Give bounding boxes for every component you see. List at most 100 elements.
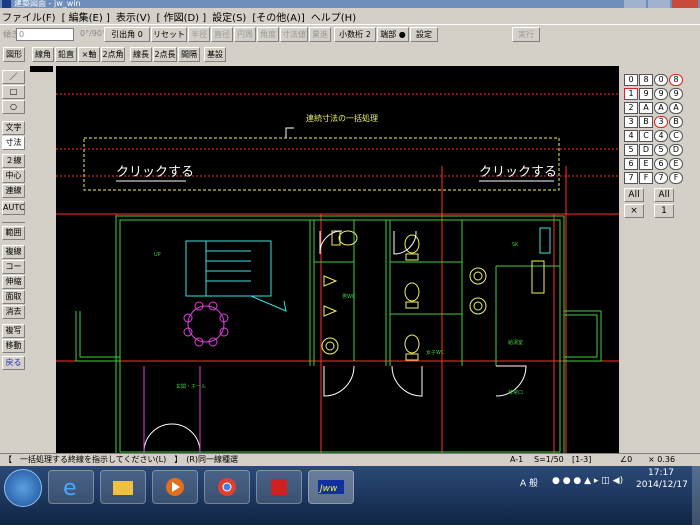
tool-connect[interactable]: 連線 — [2, 184, 25, 198]
layer-a[interactable]: A — [639, 102, 653, 114]
menu-view[interactable]: 表示(V) — [116, 9, 151, 24]
layer-5[interactable]: 5 — [624, 144, 638, 156]
show-desktop-button[interactable] — [692, 466, 700, 525]
scale[interactable]: S=1/50 — [534, 454, 564, 466]
endpoint-button[interactable]: 端部 ● — [377, 27, 409, 42]
angle-button[interactable]: 角度 — [257, 27, 279, 42]
start-button[interactable] — [4, 469, 42, 507]
menu-file[interactable]: ファイル(F) — [2, 9, 56, 24]
tool-copy[interactable]: 複写 — [2, 324, 25, 338]
layer-0[interactable]: 0 — [624, 74, 638, 86]
radius-button[interactable]: 半径 — [188, 27, 210, 42]
zoom-ratio[interactable]: × 0.36 — [648, 454, 675, 466]
interval-button[interactable]: 間隔 — [178, 47, 200, 62]
tool-extend[interactable]: 伸縮 — [2, 275, 25, 289]
layer-9[interactable]: 9 — [639, 88, 653, 100]
tool-erase[interactable]: 消去 — [2, 305, 25, 319]
group-c[interactable]: C — [669, 130, 683, 142]
group-6[interactable]: 6 — [654, 158, 668, 170]
group-7[interactable]: 7 — [654, 172, 668, 184]
layer-e[interactable]: E — [639, 158, 653, 170]
layer-f[interactable]: F — [639, 172, 653, 184]
dim-value-button[interactable]: 寸法値 — [280, 27, 308, 42]
tool-undo[interactable]: 戻る — [2, 356, 25, 370]
two-point-length-button[interactable]: 2点長 — [153, 47, 177, 62]
paper-size[interactable]: A-1 — [510, 454, 523, 466]
close-button[interactable] — [672, 0, 698, 8]
menu-other[interactable]: [その他(A)] — [252, 9, 304, 24]
tool-dimension[interactable]: 寸法 — [2, 136, 25, 150]
minimize-button[interactable] — [624, 0, 646, 8]
layer-3[interactable]: 3 — [624, 116, 638, 128]
settings-button[interactable]: 設定 — [410, 27, 438, 42]
clock-date[interactable]: 2014/12/17 — [636, 480, 688, 490]
menu-settings[interactable]: 設定(S) — [212, 9, 246, 24]
tool-auto[interactable]: AUTO — [2, 201, 25, 215]
tray-icons[interactable]: ● ● ● ▲ ▸ ◫ ◀) — [552, 476, 623, 486]
leader-angle-button[interactable]: 引出角 0 — [104, 27, 150, 42]
tool-move[interactable]: 移動 — [2, 339, 25, 353]
group-f[interactable]: F — [669, 172, 683, 184]
explorer-taskbar-icon[interactable] — [100, 470, 146, 504]
group-b[interactable]: B — [669, 116, 683, 128]
tool-circle[interactable]: ○ — [2, 100, 25, 114]
circumference-button[interactable]: 円周 — [234, 27, 256, 42]
layer-4[interactable]: 4 — [624, 130, 638, 142]
reset-button[interactable]: リセット — [151, 27, 187, 42]
line-angle-button[interactable]: 線角 — [32, 47, 54, 62]
acrobat-taskbar-icon[interactable] — [256, 470, 302, 504]
layer-c[interactable]: C — [639, 130, 653, 142]
media-player-taskbar-icon[interactable] — [152, 470, 198, 504]
clock-time[interactable]: 17:17 — [648, 468, 674, 478]
group-a2[interactable]: A — [669, 102, 683, 114]
two-point-angle-button[interactable]: 2点角 — [101, 47, 125, 62]
group-0[interactable]: 0 — [654, 74, 668, 86]
tool-text[interactable]: 文字 — [2, 121, 25, 135]
line-length-button[interactable]: 線長 — [130, 47, 152, 62]
layer-6[interactable]: 6 — [624, 158, 638, 170]
maximize-button[interactable] — [648, 0, 670, 8]
layer-1[interactable]: 1 — [624, 88, 638, 100]
angle-preset[interactable]: 0°/90° — [80, 29, 106, 38]
group-9[interactable]: 9 — [654, 88, 668, 100]
group-a[interactable]: A — [654, 102, 668, 114]
layer-cross-button[interactable]: × — [624, 204, 644, 218]
group-e[interactable]: E — [669, 158, 683, 170]
ie-taskbar-icon[interactable]: e — [48, 470, 94, 504]
tool-chamfer[interactable]: 面取 — [2, 290, 25, 304]
group-9b[interactable]: 9 — [669, 88, 683, 100]
group-one-button[interactable]: 1 — [654, 204, 674, 218]
layer-b[interactable]: B — [639, 116, 653, 128]
progressive-button[interactable]: 累進 — [309, 27, 331, 42]
layer-all-button[interactable]: All — [624, 188, 644, 202]
tool-centerline[interactable]: 中心線 — [2, 169, 25, 183]
diameter-button[interactable]: 直径 — [211, 27, 233, 42]
chrome-taskbar-icon[interactable] — [204, 470, 250, 504]
menu-draw[interactable]: [ 作図(D) ] — [157, 9, 207, 24]
ime-indicator[interactable]: A 般 — [520, 476, 538, 489]
tool-line[interactable]: ／ — [2, 70, 25, 84]
menu-help[interactable]: ヘルプ(H) — [311, 9, 356, 24]
vertical-button[interactable]: 鉛直 — [55, 47, 77, 62]
tool-corner[interactable]: コーナー — [2, 260, 25, 274]
layer-2[interactable]: 2 — [624, 102, 638, 114]
tool-rect[interactable]: □ — [2, 85, 25, 99]
layer-7[interactable]: 7 — [624, 172, 638, 184]
layer-d[interactable]: D — [639, 144, 653, 156]
base-button[interactable]: 基設 — [204, 47, 226, 62]
group-all-button[interactable]: All — [654, 188, 674, 202]
layer-indicator[interactable]: [1-3] — [572, 454, 591, 466]
shape-button[interactable]: 図形 — [3, 47, 25, 62]
jww-taskbar-icon[interactable]: Jww — [308, 470, 354, 504]
execute-button[interactable]: 実行 — [512, 27, 540, 42]
angle-input[interactable]: 0 — [16, 28, 74, 41]
tool-double-line[interactable]: ２線 — [2, 154, 25, 168]
x-axis-button[interactable]: ×軸 — [78, 47, 100, 62]
menu-edit[interactable]: [ 編集(E) ] — [62, 9, 110, 24]
layer-8[interactable]: 8 — [639, 74, 653, 86]
group-d[interactable]: D — [669, 144, 683, 156]
group-3[interactable]: 3 — [654, 116, 668, 128]
group-8[interactable]: 8 — [669, 74, 683, 86]
group-4[interactable]: 4 — [654, 130, 668, 142]
tool-offset[interactable]: 複線 — [2, 245, 25, 259]
